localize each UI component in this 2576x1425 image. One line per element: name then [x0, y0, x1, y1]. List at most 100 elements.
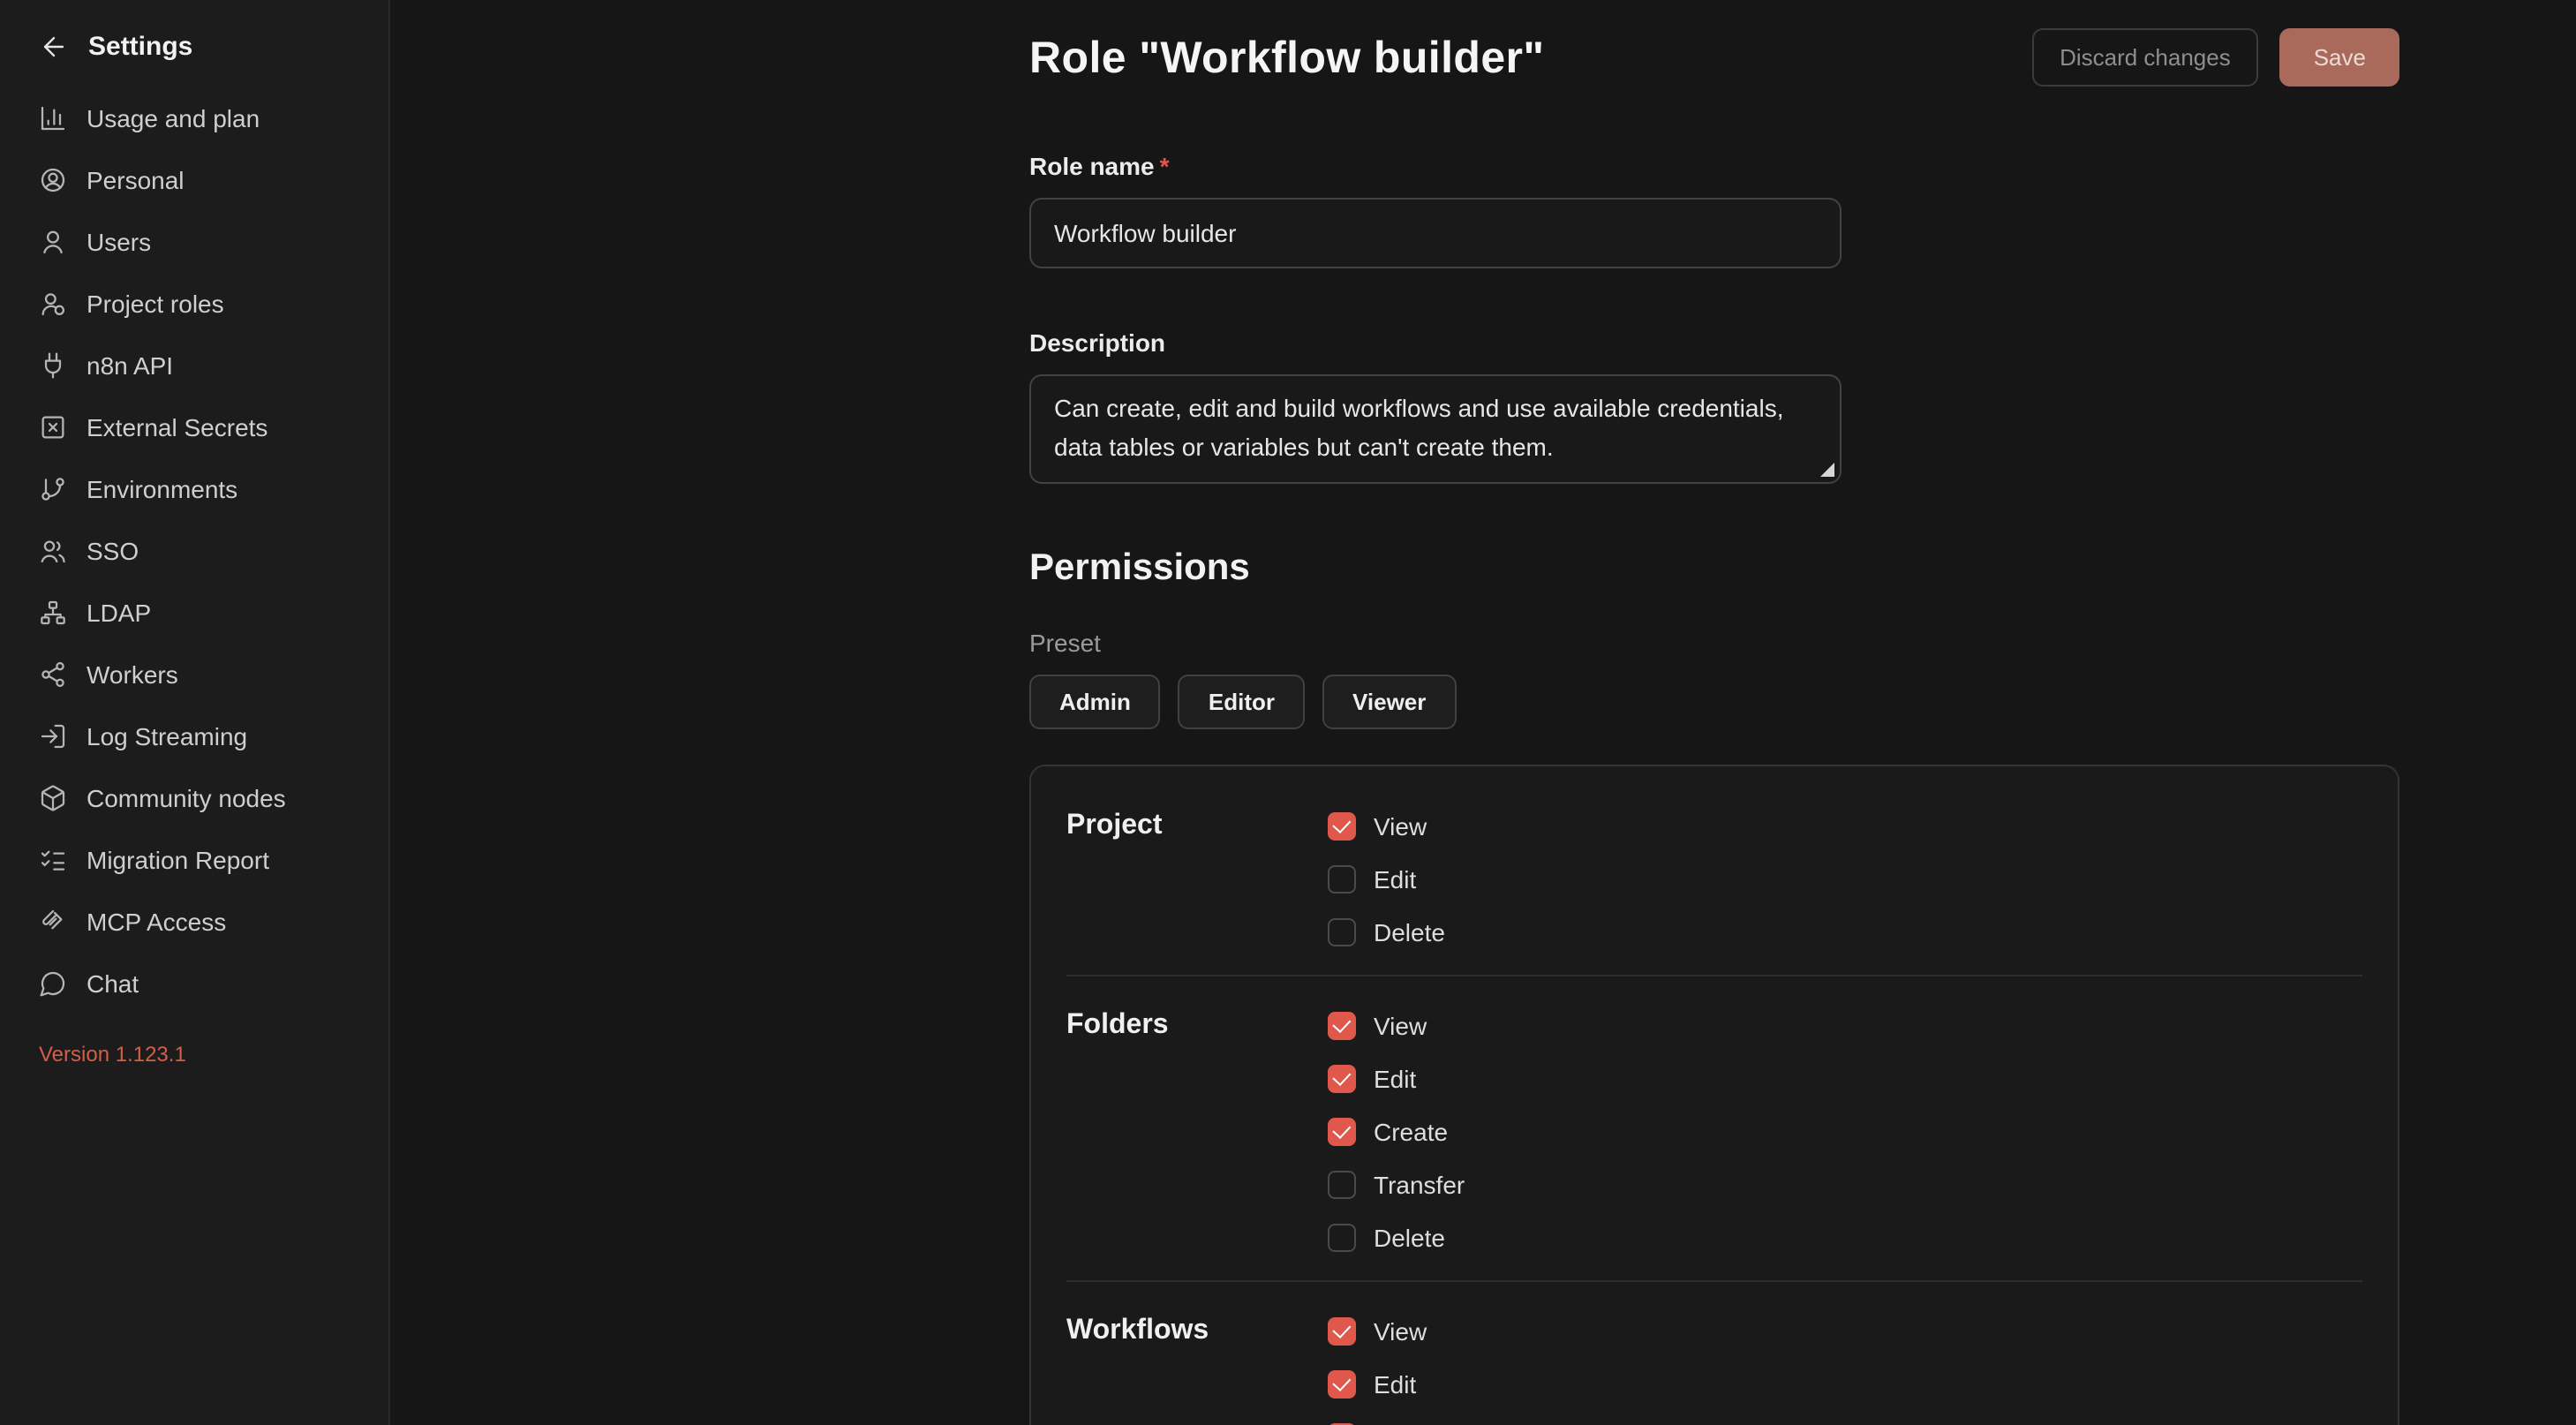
sidebar-item-label: n8n API	[87, 351, 173, 379]
preset-editor-button[interactable]: Editor	[1179, 675, 1305, 729]
permission-list: View Edit Create Transfer	[1328, 1008, 1465, 1255]
permission-row[interactable]: View	[1328, 809, 1445, 844]
permission-row[interactable]: Edit	[1328, 1061, 1465, 1097]
sidebar-item-mcp-access[interactable]: MCP Access	[21, 890, 367, 952]
header-actions: Discard changes Save	[2031, 28, 2399, 87]
permission-label: Edit	[1374, 865, 1416, 893]
permission-group-workflows: Workflows View Edit Create	[1066, 1280, 2362, 1425]
hierarchy-icon	[39, 598, 67, 626]
sidebar-item-label: Community nodes	[87, 783, 286, 811]
permission-group-name: Workflows	[1066, 1314, 1328, 1349]
permission-group-name: Project	[1066, 809, 1328, 844]
permission-label: Edit	[1374, 1370, 1416, 1399]
sidebar-title: Settings	[88, 32, 192, 62]
sidebar-item-label: LDAP	[87, 598, 151, 626]
plug-icon	[39, 351, 67, 379]
sidebar-item-migration-report[interactable]: Migration Report	[21, 828, 367, 890]
list-checks-icon	[39, 845, 67, 873]
checkbox[interactable]	[1328, 1370, 1356, 1399]
permission-label: View	[1374, 1012, 1427, 1040]
sidebar-item-external-secrets[interactable]: External Secrets	[21, 396, 367, 457]
user-role-icon	[39, 289, 67, 317]
settings-back-button[interactable]: Settings	[21, 25, 367, 87]
sidebar-item-label: Chat	[87, 969, 139, 997]
mcp-icon	[39, 907, 67, 935]
permission-list: View Edit Create	[1328, 1314, 1448, 1425]
description-textarea[interactable]: Can create, edit and build workflows and…	[1029, 374, 1842, 484]
description-label: Description	[1029, 328, 2399, 357]
checkbox[interactable]	[1328, 1012, 1356, 1040]
preset-viewer-button[interactable]: Viewer	[1322, 675, 1456, 729]
sidebar-item-label: Usage and plan	[87, 103, 260, 132]
log-in-icon	[39, 721, 67, 750]
checkbox[interactable]	[1328, 1118, 1356, 1146]
sidebar-item-log-streaming[interactable]: Log Streaming	[21, 705, 367, 766]
permission-label: View	[1374, 1317, 1427, 1346]
sidebar-item-label: Log Streaming	[87, 721, 247, 750]
role-name-input[interactable]	[1029, 198, 1842, 268]
user-icon	[39, 227, 67, 255]
sidebar-item-community-nodes[interactable]: Community nodes	[21, 766, 367, 828]
sidebar-item-label: Project roles	[87, 289, 224, 317]
permission-label: Edit	[1374, 1065, 1416, 1093]
resize-handle-icon[interactable]	[1820, 463, 1834, 477]
settings-sidebar: Settings Usage and plan Personal Users P…	[0, 0, 390, 1425]
permission-label: Transfer	[1374, 1171, 1465, 1199]
git-branch-icon	[39, 474, 67, 502]
checkbox[interactable]	[1328, 865, 1356, 893]
chat-bubble-icon	[39, 969, 67, 997]
preset-label: Preset	[1029, 629, 2399, 657]
users-icon	[39, 536, 67, 564]
preset-admin-button[interactable]: Admin	[1029, 675, 1161, 729]
sidebar-item-usage-and-plan[interactable]: Usage and plan	[21, 87, 367, 148]
checkbox[interactable]	[1328, 918, 1356, 946]
checkbox[interactable]	[1328, 1317, 1356, 1346]
sidebar-item-sso[interactable]: SSO	[21, 519, 367, 581]
sidebar-item-personal[interactable]: Personal	[21, 148, 367, 210]
permission-label: Delete	[1374, 1224, 1445, 1252]
app-window: Settings Usage and plan Personal Users P…	[0, 0, 2576, 1425]
permission-label: Delete	[1374, 918, 1445, 946]
permission-row[interactable]: Edit	[1328, 862, 1445, 897]
permission-group-folders: Folders View Edit Create	[1066, 975, 2362, 1280]
role-name-label: Role name*	[1029, 152, 2399, 180]
permission-row[interactable]: Create	[1328, 1420, 1448, 1425]
sidebar-item-label: Environments	[87, 474, 237, 502]
sidebar-item-label: SSO	[87, 536, 139, 564]
version-label: Version 1.123.1	[39, 1042, 350, 1067]
discard-changes-button[interactable]: Discard changes	[2031, 28, 2259, 87]
sidebar-item-label: Workers	[87, 660, 178, 688]
permission-row[interactable]: Create	[1328, 1114, 1465, 1150]
permissions-card: Project View Edit Delete	[1029, 765, 2399, 1425]
sidebar-item-environments[interactable]: Environments	[21, 457, 367, 519]
sidebar-item-label: MCP Access	[87, 907, 226, 935]
sidebar-item-users[interactable]: Users	[21, 210, 367, 272]
permission-list: View Edit Delete	[1328, 809, 1445, 950]
sidebar-item-chat[interactable]: Chat	[21, 952, 367, 1014]
permission-label: View	[1374, 812, 1427, 841]
page-title: Role "Workflow builder"	[1029, 25, 1545, 92]
sidebar-item-label: Migration Report	[87, 845, 269, 873]
permissions-heading: Permissions	[1029, 547, 2399, 590]
checkbox[interactable]	[1328, 1065, 1356, 1093]
sidebar-item-workers[interactable]: Workers	[21, 643, 367, 705]
permission-group-project: Project View Edit Delete	[1066, 777, 2362, 975]
permission-row[interactable]: View	[1328, 1008, 1465, 1044]
box-x-icon	[39, 412, 67, 441]
save-button[interactable]: Save	[2280, 28, 2399, 87]
permission-row[interactable]: Edit	[1328, 1367, 1448, 1402]
permission-row[interactable]: Transfer	[1328, 1167, 1465, 1203]
permission-group-name: Folders	[1066, 1008, 1328, 1044]
sidebar-item-project-roles[interactable]: Project roles	[21, 272, 367, 334]
sidebar-item-ldap[interactable]: LDAP	[21, 581, 367, 643]
checkbox[interactable]	[1328, 1224, 1356, 1252]
permission-row[interactable]: View	[1328, 1314, 1448, 1349]
permission-row[interactable]: Delete	[1328, 1220, 1465, 1255]
checkbox[interactable]	[1328, 812, 1356, 841]
package-icon	[39, 783, 67, 811]
checkbox[interactable]	[1328, 1171, 1356, 1199]
sidebar-item-n8n-api[interactable]: n8n API	[21, 334, 367, 396]
description-field-wrap: Can create, edit and build workflows and…	[1029, 374, 1842, 484]
permission-row[interactable]: Delete	[1328, 915, 1445, 950]
main-content: Role "Workflow builder" Discard changes …	[390, 0, 2576, 1425]
